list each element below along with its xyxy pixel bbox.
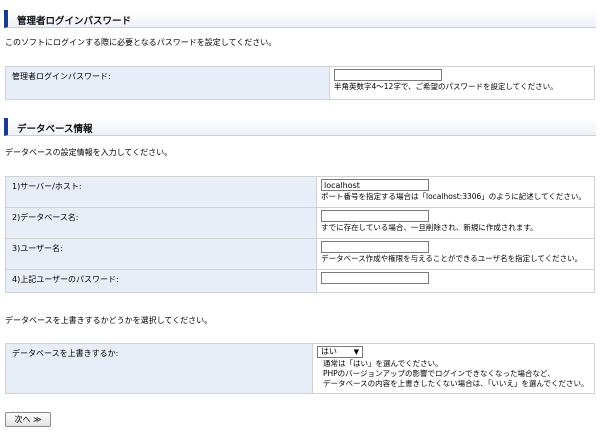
db-user-input[interactable]: [321, 241, 429, 253]
admin-password-hint: 半角英数字4〜12字で、ご希望のパスワードを設定してください。: [334, 82, 558, 91]
db-host-hint: ポート番号を指定する場合は「localhost:3306」のように記述してくださ…: [321, 192, 586, 201]
database-section-title: データベース情報: [17, 124, 93, 135]
database-section-header: データベース情報: [4, 118, 596, 136]
database-intro: データベースの設定情報を入力してください。: [5, 148, 173, 157]
next-button[interactable]: 次へ ≫: [5, 412, 51, 427]
admin-password-label: 管理者ログインパスワード:: [5, 66, 330, 100]
admin-section-title: 管理者ログインパスワード: [17, 16, 132, 27]
db-password-input[interactable]: [321, 272, 429, 284]
db-host-input[interactable]: [321, 179, 429, 191]
admin-intro: このソフトにログインする際に必要となるパスワードを設定してください。: [5, 38, 277, 47]
db-name-input[interactable]: [321, 210, 429, 222]
overwrite-hint-1: 通常は「はい」を選んでください。: [323, 359, 443, 368]
db-user-hint: データベース作成や権限を与えることができるユーザ名を指定してください。: [321, 254, 583, 263]
db-field-row: 4)上記ユーザーのパスワード:: [5, 269, 595, 293]
db-user-label: 3)ユーザー名:: [5, 238, 317, 270]
database-table: 1)サーバー/ホスト: ポート番号を指定する場合は「localhost:3306…: [5, 176, 595, 293]
db-name-hint: すでに存在している場合、一旦削除され、新規に作成されます。: [321, 223, 538, 232]
chevron-down-icon: ▼: [353, 348, 359, 356]
overwrite-hint-3: データベースの内容を上書きしたくない場合は、「いいえ」を選んでください。: [323, 379, 589, 388]
db-field-row: 1)サーバー/ホスト: ポート番号を指定する場合は「localhost:3306…: [5, 176, 595, 208]
overwrite-label: データベースを上書きするか:: [5, 343, 313, 394]
db-field-row: 2)データベース名: すでに存在している場合、一旦削除され、新規に作成されます。: [5, 207, 595, 239]
db-password-label: 4)上記ユーザーのパスワード:: [5, 269, 317, 293]
overwrite-select[interactable]: はい ▼: [317, 346, 363, 358]
overwrite-table: データベースを上書きするか: はい ▼ 通常は「はい」を選んでください。 PHP…: [5, 343, 595, 394]
admin-password-cell: 半角英数字4〜12字で、ご希望のパスワードを設定してください。: [329, 66, 595, 100]
db-field-row: 3)ユーザー名: データベース作成や権限を与えることができるユーザ名を指定してく…: [5, 238, 595, 270]
overwrite-select-value: はい: [321, 347, 337, 356]
db-name-label: 2)データベース名:: [5, 207, 317, 239]
admin-password-table: 管理者ログインパスワード: 半角英数字4〜12字で、ご希望のパスワードを設定して…: [5, 66, 595, 100]
overwrite-intro: データベースを上書きするかどうかを選択してください。: [5, 316, 213, 325]
overwrite-hint-2: PHPのバージョンアップの影響でログインできなくなった場合など、: [323, 369, 555, 378]
db-host-label: 1)サーバー/ホスト:: [5, 176, 317, 208]
admin-section-header: 管理者ログインパスワード: [4, 10, 596, 28]
admin-password-input[interactable]: [334, 69, 442, 81]
